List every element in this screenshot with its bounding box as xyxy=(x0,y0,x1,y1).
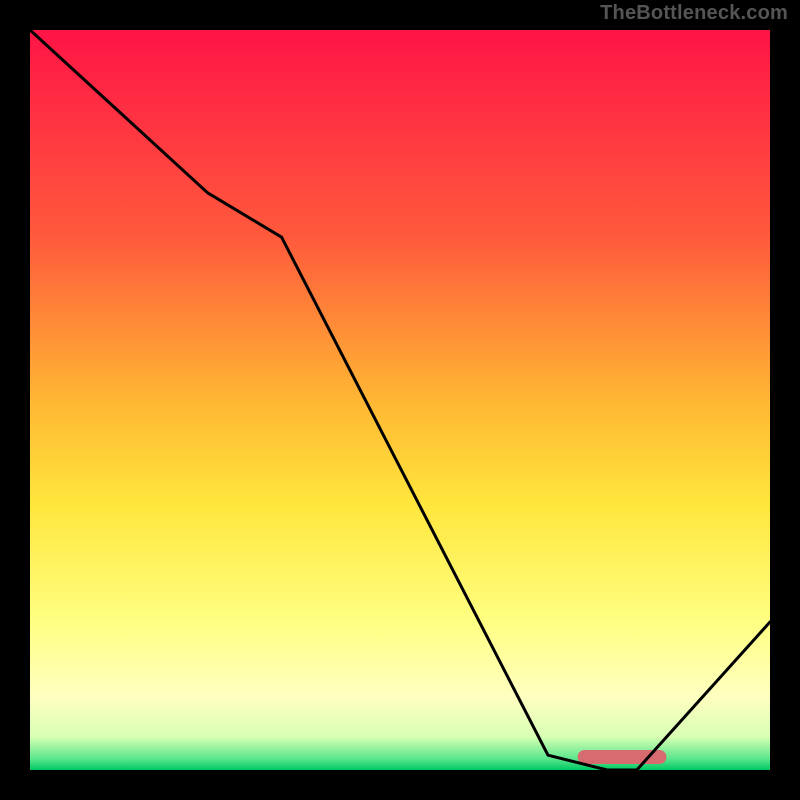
plot-area xyxy=(30,30,770,770)
watermark-text: TheBottleneck.com xyxy=(600,2,788,25)
gradient-background xyxy=(30,30,770,770)
chart-stage: TheBottleneck.com xyxy=(0,0,800,800)
chart-svg xyxy=(30,30,770,770)
